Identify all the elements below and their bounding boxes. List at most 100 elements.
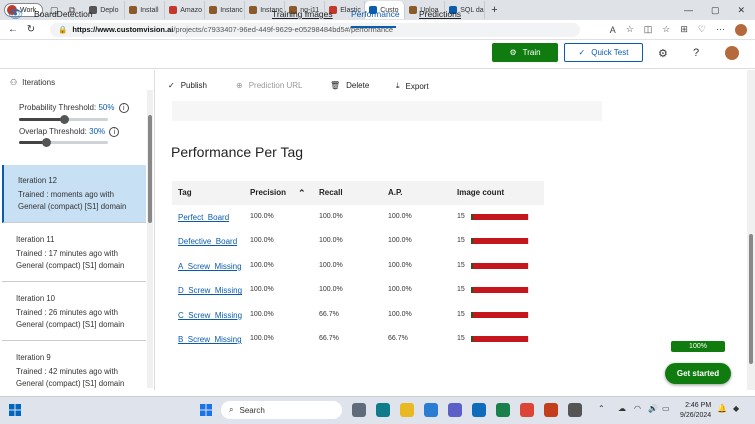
task-view-icon[interactable] <box>352 403 366 417</box>
url-field[interactable]: 🔒 https://www.customvision.ai /projects/… <box>50 22 580 37</box>
info-icon[interactable]: i <box>118 103 129 113</box>
battery-icon[interactable]: ▭ <box>662 404 670 413</box>
info-icon[interactable]: i <box>109 127 120 137</box>
notification-bell-icon[interactable]: 🔔 <box>717 404 727 413</box>
settings-gear-icon[interactable]: ⚙ <box>658 47 668 60</box>
eye-logo-icon[interactable]: 👁 <box>8 7 23 21</box>
powerpoint-icon[interactable] <box>544 403 558 417</box>
volume-icon[interactable]: 🔊 <box>648 404 658 413</box>
wifi-icon[interactable]: ◠ <box>634 404 641 413</box>
nav-predictions[interactable]: Predictions <box>419 9 461 19</box>
help-icon[interactable]: ? <box>693 47 699 59</box>
tag-link[interactable]: D_Screw_Missing <box>178 286 242 295</box>
ap-value: 100.0% <box>388 237 412 245</box>
recall-value: 66.7% <box>319 335 339 342</box>
refresh-icon[interactable]: ↻ <box>22 24 40 35</box>
overlap-slider[interactable] <box>19 138 108 147</box>
favorites-icon[interactable]: ☆ <box>662 24 670 35</box>
minimize-icon[interactable]: — <box>684 5 693 16</box>
image-count-bar <box>471 262 529 269</box>
taskbar-clock[interactable]: 2:46 PM 9/26/2024 <box>680 401 711 421</box>
back-icon[interactable]: ← <box>4 24 22 35</box>
probability-slider-handle[interactable] <box>59 115 69 124</box>
edge-beta-icon[interactable] <box>496 403 510 417</box>
browser-tab[interactable]: Instanc <box>205 1 246 19</box>
tag-link[interactable]: Perfect_Board <box>178 213 229 222</box>
image-count-value: 15 <box>457 237 465 245</box>
sort-ascending-icon[interactable]: ⌃ <box>298 188 306 199</box>
browser-essentials-icon[interactable]: ♡ <box>698 24 706 35</box>
teams-icon[interactable] <box>448 403 462 417</box>
column-header-image-count[interactable]: Image count <box>457 188 504 197</box>
get-started-button[interactable]: Get started <box>665 363 731 384</box>
tab-label: Install <box>140 6 159 14</box>
read-aloud-icon[interactable]: A <box>610 25 616 35</box>
tag-link[interactable]: A_Screw_Missing <box>178 262 242 271</box>
new-tab-icon[interactable]: + <box>491 4 497 16</box>
chrome-icon[interactable] <box>520 403 534 417</box>
column-header-recall[interactable]: Recall <box>319 188 343 197</box>
browser-tab[interactable]: Amazo <box>165 1 206 19</box>
delete-label: Delete <box>346 81 370 90</box>
image-count-value: 15 <box>457 213 465 220</box>
iteration-domain: General (compact) [S1] domain <box>16 261 125 270</box>
maximize-icon[interactable]: ▢ <box>711 5 720 16</box>
extensions-icon[interactable]: ⋯ <box>716 24 725 35</box>
iteration-title: Iteration 9 <box>16 353 51 362</box>
edge-icon[interactable] <box>376 403 390 417</box>
iteration-title: Iteration 12 <box>18 176 58 185</box>
split-screen-icon[interactable]: ◫ <box>644 24 653 35</box>
nav-performance[interactable]: Performance <box>351 9 400 19</box>
image-count-bar-fill <box>471 336 528 342</box>
overlap-slider-handle[interactable] <box>41 138 51 147</box>
recall-value: 100.0% <box>319 286 343 294</box>
iteration-trained-time: Trained : 42 minutes ago with <box>16 367 118 376</box>
nav-training-images[interactable]: Training Images <box>272 9 333 19</box>
tag-link[interactable]: C_Screw_Missing <box>178 311 242 320</box>
url-host: https://www.customvision.ai <box>72 25 174 34</box>
browser-account-avatar[interactable] <box>735 23 747 36</box>
recall-value: 66.7% <box>319 310 339 318</box>
main-scrollbar-thumb[interactable] <box>749 234 753 364</box>
tab-label: Instanc <box>220 6 243 14</box>
tab-favicon-icon <box>409 6 418 14</box>
store-icon[interactable] <box>424 403 438 417</box>
sidebar-scrollbar-thumb[interactable] <box>148 115 152 223</box>
copilot-icon[interactable]: ◆ <box>733 404 739 413</box>
delete-button[interactable]: 🗑 Delete <box>330 81 369 90</box>
iteration-item[interactable]: Iteration 9 Trained : 42 minutes ago with… <box>2 342 146 400</box>
quick-test-button[interactable]: ✓ Quick Test <box>564 43 643 62</box>
windows-start-icon[interactable] <box>9 404 21 416</box>
onedrive-icon[interactable]: ☁ <box>618 404 626 413</box>
export-button[interactable]: ⤓ Export <box>396 81 429 91</box>
file-explorer-icon[interactable] <box>400 403 414 417</box>
close-window-icon[interactable]: ✕ <box>737 5 745 16</box>
image-count-bar <box>471 311 529 318</box>
iteration-item[interactable]: Iteration 12 Trained : moments ago with Ge… <box>2 165 146 223</box>
user-avatar[interactable] <box>725 46 739 60</box>
publish-button[interactable]: ✓ Publish <box>168 81 207 90</box>
probability-slider[interactable] <box>19 115 108 124</box>
tab-favicon-icon <box>209 6 218 14</box>
start-menu-icon[interactable] <box>200 404 212 416</box>
tray-chevron-icon[interactable]: ⌃ <box>598 404 605 413</box>
column-header-ap[interactable]: A.P. <box>388 188 403 197</box>
favorite-star-icon[interactable]: ☆ <box>626 24 634 35</box>
browser-tab[interactable]: Install <box>125 1 166 19</box>
column-header-tag[interactable]: Tag <box>178 188 192 197</box>
tag-link[interactable]: Defective_Board <box>178 237 237 246</box>
train-button[interactable]: ⚙ Train <box>492 43 558 62</box>
tag-link[interactable]: B_Screw_Missing <box>178 335 242 344</box>
taskbar-search[interactable]: ⌕ Search <box>221 401 342 419</box>
iteration-item[interactable]: Iteration 11 Trained : 17 minutes ago wit… <box>2 224 146 282</box>
column-header-precision[interactable]: Precision <box>250 188 286 197</box>
precision-value: 100.0% <box>250 310 274 318</box>
precision-value: 100.0% <box>250 335 274 342</box>
outlook-icon[interactable] <box>472 403 486 417</box>
tab-favicon-icon <box>129 6 138 14</box>
collections-icon[interactable]: ⊞ <box>680 24 688 35</box>
app-icon[interactable] <box>568 403 582 417</box>
project-name: BoardDetection <box>34 9 93 19</box>
prediction-url-button[interactable]: ⊕ Prediction URL <box>236 81 303 90</box>
iteration-item[interactable]: Iteration 10 Trained : 26 minutes ago wit… <box>2 283 146 341</box>
